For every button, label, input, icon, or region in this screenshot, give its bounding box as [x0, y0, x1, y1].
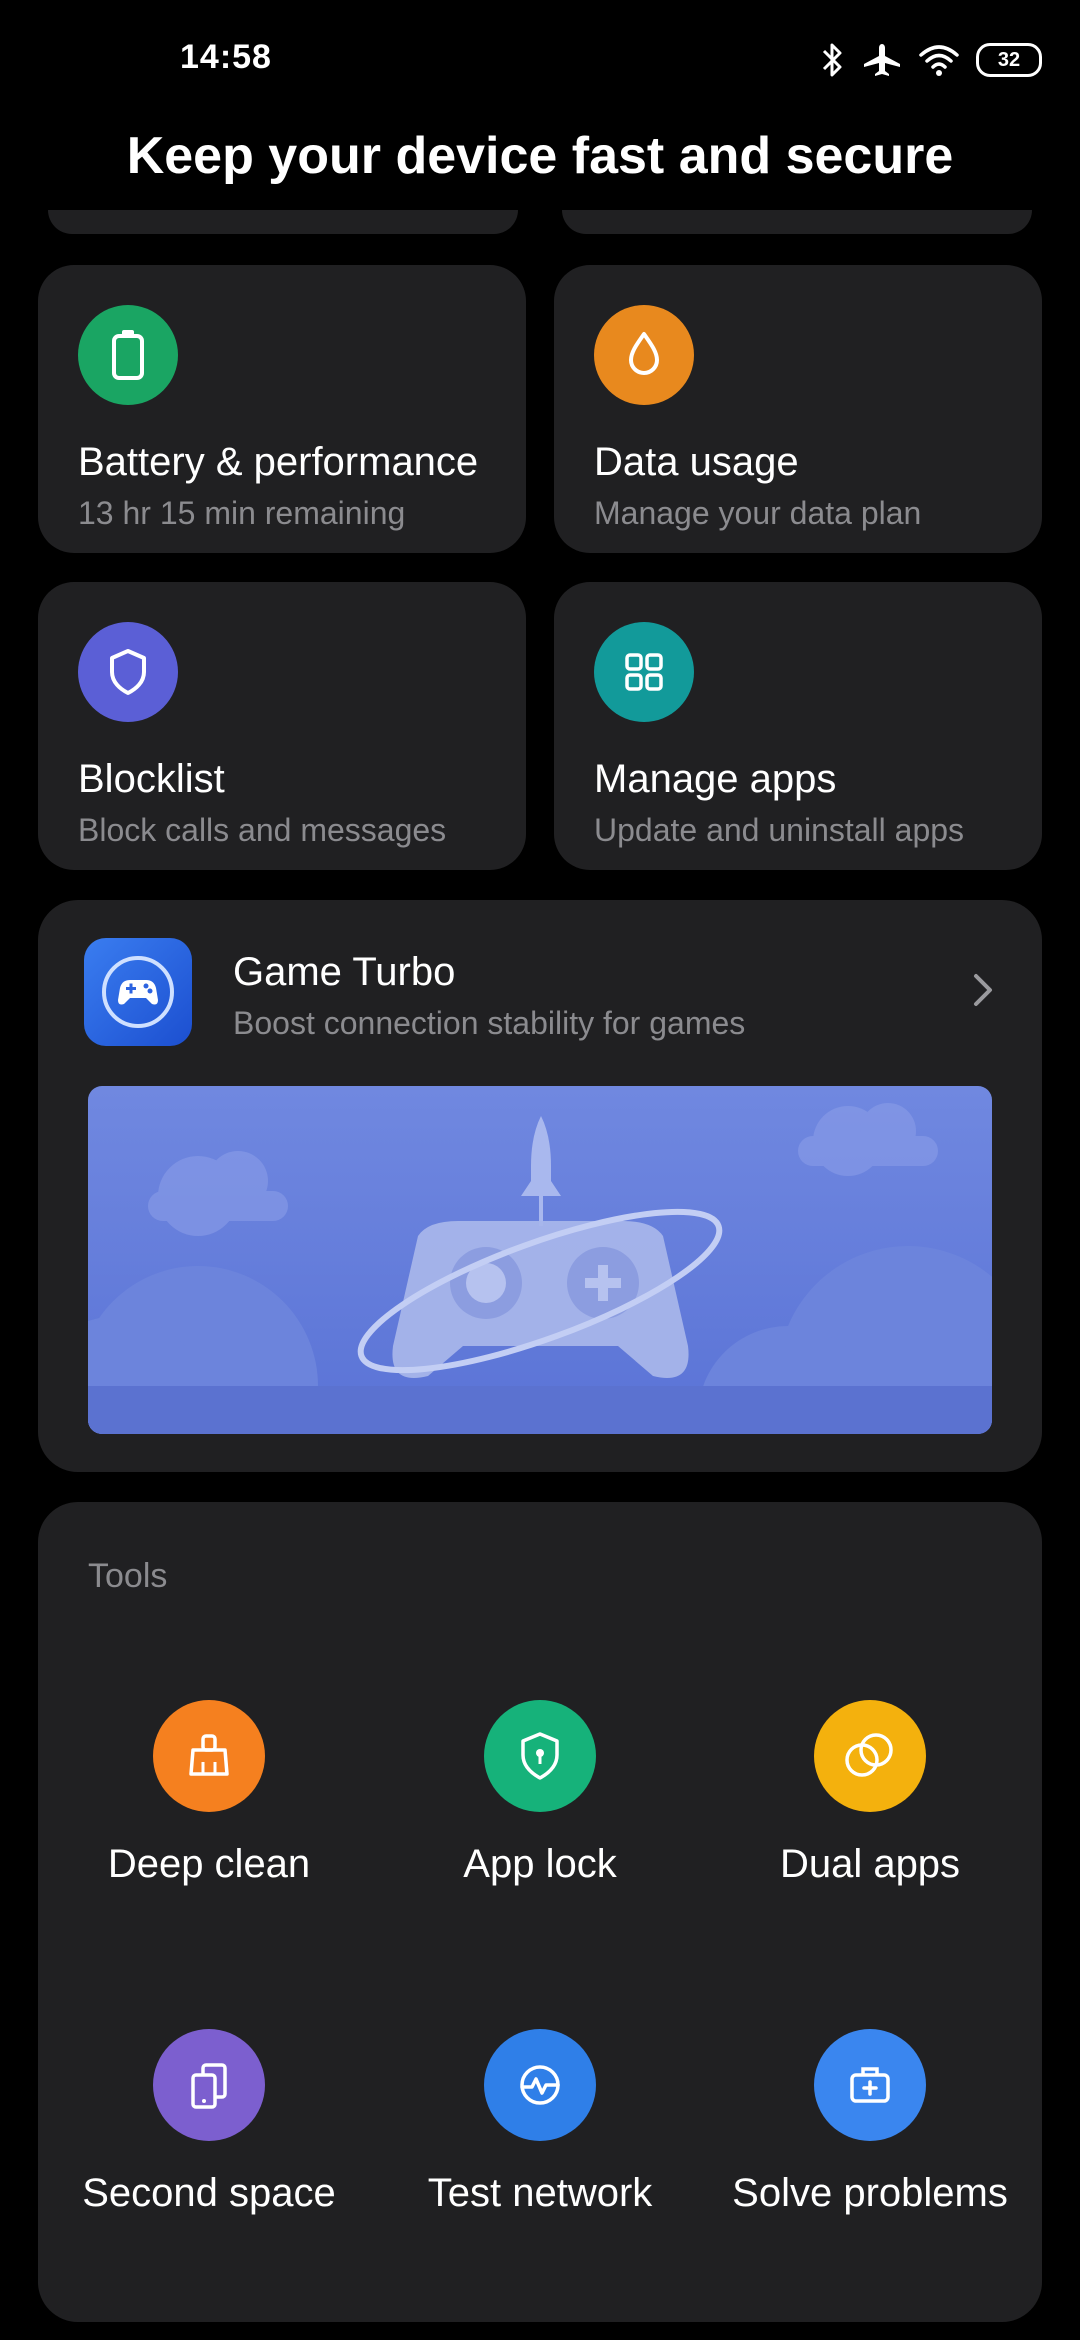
tool-label: Solve problems [732, 2171, 1008, 2215]
card-battery-performance[interactable]: Battery & performance 13 hr 15 min remai… [38, 265, 526, 553]
card-manage-apps[interactable]: Manage apps Update and uninstall apps [554, 582, 1042, 870]
card-subtitle: 13 hr 15 min remaining [78, 495, 406, 531]
tool-dual-apps[interactable]: Dual apps [705, 1700, 1035, 1887]
second-space-icon [153, 2029, 265, 2141]
battery-indicator: 32 [976, 43, 1042, 77]
card-title: Data usage [594, 440, 799, 484]
tool-second-space[interactable]: Second space [44, 2029, 374, 2216]
tool-app-lock[interactable]: App lock [375, 1700, 705, 1887]
page-title: Keep your device fast and secure [126, 127, 954, 185]
tool-label: Test network [427, 2171, 653, 2215]
scrolled-card-peek-left [48, 210, 518, 234]
toolbox-icon [814, 2029, 926, 2141]
card-blocklist[interactable]: Blocklist Block calls and messages [38, 582, 526, 870]
card-subtitle: Manage your data plan [594, 495, 922, 531]
airplane-icon [864, 44, 900, 76]
card-subtitle: Update and uninstall apps [594, 812, 965, 848]
status-icons: 32 [820, 38, 1042, 82]
banner-illustration [88, 1103, 992, 1434]
tool-label: Dual apps [779, 1842, 961, 1886]
card-title: Manage apps [594, 757, 837, 801]
card-title: Battery & performance [78, 440, 479, 484]
tool-label: Second space [82, 2171, 336, 2215]
game-turbo-title: Game Turbo [233, 950, 456, 994]
tools-title: Tools [88, 1557, 168, 1595]
scrolled-card-peek-right [562, 210, 1032, 234]
network-test-icon [484, 2029, 596, 2141]
broom-icon [153, 1700, 265, 1812]
status-time: 14:58 [180, 38, 272, 76]
card-subtitle: Block calls and messages [78, 812, 447, 848]
game-turbo-card[interactable]: Game Turbo Boost connection stability fo… [38, 900, 1042, 1472]
chevron-right-icon[interactable] [962, 970, 1002, 1010]
game-turbo-subtitle: Boost connection stability for games [233, 1005, 746, 1041]
shield-icon [78, 622, 178, 722]
tool-deep-clean[interactable]: Deep clean [44, 1700, 374, 1887]
tool-test-network[interactable]: Test network [375, 2029, 705, 2216]
tool-label: App lock [463, 1842, 617, 1886]
dual-circles-icon [814, 1700, 926, 1812]
bluetooth-icon [822, 43, 842, 77]
status-bar: 14:58 32 [0, 0, 1080, 120]
battery-icon [78, 305, 178, 405]
card-title: Blocklist [78, 757, 225, 801]
wifi-icon [919, 45, 959, 76]
droplet-icon [594, 305, 694, 405]
game-turbo-banner[interactable] [88, 1086, 992, 1434]
gamepad-icon [84, 938, 192, 1046]
card-data-usage[interactable]: Data usage Manage your data plan [554, 265, 1042, 553]
tools-section: Tools Deep clean App lock Dual apps Seco… [38, 1502, 1042, 2322]
tool-label: Deep clean [107, 1842, 311, 1886]
lock-shield-icon [484, 1700, 596, 1812]
tool-solve-problems[interactable]: Solve problems [705, 2029, 1035, 2216]
grid-icon [594, 622, 694, 722]
